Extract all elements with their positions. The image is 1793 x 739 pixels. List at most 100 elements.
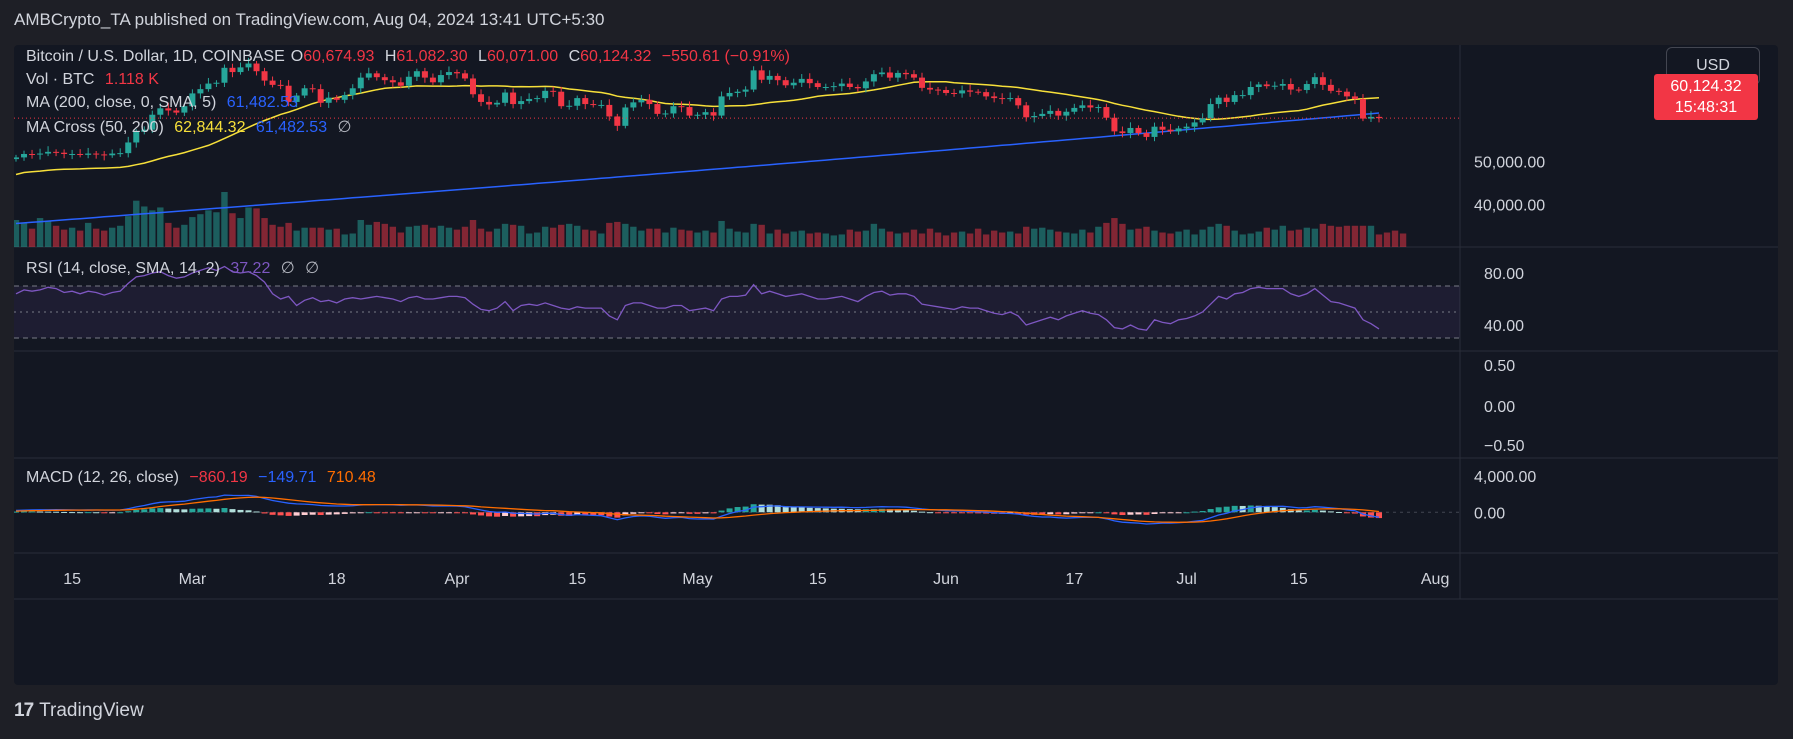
candle-body [1335, 90, 1342, 92]
candle-body [1247, 87, 1254, 96]
candle-body [846, 83, 853, 87]
candle-body [854, 87, 861, 89]
volume-bar [1399, 233, 1407, 247]
change-value: −550.61 (−0.91%) [661, 48, 790, 65]
candle-body [790, 82, 797, 86]
macd-histogram-bar [365, 512, 372, 514]
candle-body [646, 99, 653, 105]
macd-label[interactable]: MACD (12, 26, close) [26, 469, 179, 486]
volume-bar [694, 232, 701, 247]
volume-bar [566, 223, 573, 247]
volume-bar [60, 229, 68, 247]
volume-bar [1375, 234, 1383, 247]
volume-bar [590, 230, 597, 247]
macd-histogram-bar [702, 512, 709, 514]
macd-histogram-bar [389, 512, 396, 514]
time-tick-label: Apr [445, 571, 471, 588]
volume-bar [76, 230, 84, 247]
footer[interactable]: 17 TradingView [14, 700, 144, 722]
tradingview-logo-icon[interactable]: 17 [14, 700, 34, 722]
volume-bar [1167, 233, 1174, 247]
ma-cross-value-empty: ∅ [337, 119, 352, 136]
high-label: H [384, 48, 397, 65]
candle-body [1063, 111, 1070, 116]
ma-cross-label[interactable]: MA Cross (50, 200) [26, 119, 164, 136]
volume-bar [1383, 232, 1391, 247]
macd-histogram-bar [461, 512, 468, 514]
volume-bar [1239, 234, 1246, 247]
macd-histogram-bar [927, 512, 934, 514]
macd-histogram-bar [1047, 512, 1054, 515]
candle-body [983, 92, 990, 97]
volume-bar [92, 228, 100, 247]
candle-body [349, 88, 356, 96]
candle-body [1087, 105, 1094, 108]
candle-body [117, 153, 124, 155]
macd-histogram-bar [165, 508, 172, 513]
volume-bar [774, 229, 781, 247]
candle-body [951, 92, 958, 94]
time-tick-label: Aug [1421, 571, 1449, 588]
candle-body [1103, 107, 1110, 118]
volume-bar [1271, 229, 1278, 247]
candle-body [205, 83, 212, 90]
macd-histogram-bar [245, 510, 252, 513]
chart-svg[interactable]: 50,000.00 40,000.00 80.00 40.00 0.50 0.00 −0.5… [14, 45, 1778, 685]
candle-body [534, 98, 541, 100]
candle-body [1319, 77, 1326, 85]
macd-histogram-bar [133, 509, 140, 513]
candle-body [1095, 107, 1102, 109]
macd-histogram-bar [638, 512, 645, 514]
tradingview-brand[interactable]: TradingView [39, 700, 144, 722]
macd-histogram-bar [437, 512, 444, 514]
candle-body [309, 88, 316, 90]
volume-bar [341, 234, 348, 247]
candle-body [1111, 117, 1118, 132]
candle-body [397, 82, 404, 86]
candle-body [1191, 122, 1198, 127]
macd-histogram-bar [85, 512, 92, 514]
symbol-label[interactable]: Bitcoin / U.S. Dollar, 1D, COINBASE [26, 48, 285, 65]
macd-histogram-bar [726, 508, 733, 513]
candle-body [558, 91, 565, 107]
volume-bar [1111, 218, 1118, 247]
price-legend: Bitcoin / U.S. Dollar, 1D, COINBASE O60,6… [26, 48, 796, 66]
macd-histogram-bar [69, 512, 76, 514]
macd-histogram-bar [181, 509, 188, 513]
macd-histogram-bar [959, 512, 966, 514]
chart-area[interactable]: 50,000.00 40,000.00 80.00 40.00 0.50 0.00 −0.5… [14, 45, 1778, 685]
macd-pane [14, 494, 1460, 525]
volume-bar [1231, 230, 1238, 247]
macd-histogram-bar [117, 512, 124, 514]
volume-bar [261, 218, 268, 247]
macd-tick-label: 0.00 [1474, 505, 1505, 522]
macd-histogram-bar [253, 511, 260, 513]
macd-histogram-bar [630, 512, 637, 514]
volume-bar [165, 222, 172, 247]
volume-bar [702, 230, 709, 247]
macd-histogram-bar [646, 512, 653, 514]
volume-bar [285, 222, 292, 247]
volume-bar [1006, 231, 1014, 247]
volume-bar [918, 233, 926, 247]
candle-body [93, 153, 100, 155]
volume-bar [1047, 229, 1054, 247]
volume-label[interactable]: Vol · BTC [26, 71, 94, 88]
macd-histogram-bar [1327, 511, 1334, 513]
rsi-label[interactable]: RSI (14, close, SMA, 14, 2) [26, 260, 220, 277]
candle-body [806, 78, 813, 84]
volume-bar [197, 214, 204, 247]
ma-label[interactable]: MA (200, close, 0, SMA, 5) [26, 94, 216, 111]
candle-body [774, 75, 781, 81]
macd-histogram-bar [173, 509, 180, 513]
time-tick-label: 15 [568, 571, 586, 588]
candle-body [614, 116, 621, 126]
macd-histogram-bar [189, 508, 196, 513]
macd-histogram-bar [494, 512, 501, 517]
volume-bar [301, 227, 308, 247]
macd-histogram-bar [918, 511, 925, 513]
close-value: 60,124.32 [580, 48, 652, 65]
volume-bar [493, 228, 501, 247]
volume-bar [1199, 229, 1206, 247]
candle-body [109, 153, 116, 156]
